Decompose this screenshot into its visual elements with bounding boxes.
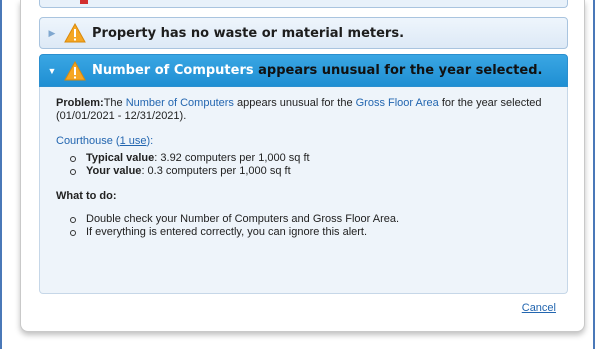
error-marker [80,0,88,4]
todo-list: Double check your Number of Computers an… [56,213,551,239]
use-close: ): [146,135,154,147]
alert-title-highlight: Number of Computers [92,63,254,78]
alert-header-computers[interactable]: ▼ Number of Computers appears unusual fo… [39,54,568,87]
gross-floor-area-link[interactable]: Gross Floor Area [356,97,439,109]
use-count-link[interactable]: 1 use [120,135,147,147]
use-name: Courthouse ( [56,135,120,147]
problem-pre: The [103,97,126,109]
problem-label: Problem: [56,97,104,109]
expand-arrow-icon[interactable]: ▶ [40,28,64,39]
property-use-line: Courthouse (1 use): [56,135,551,148]
problem-mid: appears unusual for the [233,97,356,109]
list-item: Typical value: 3.92 computers per 1,000 … [70,152,551,165]
list-item: Double check your Number of Computers an… [70,213,551,226]
value-text: : 3.92 computers per 1,000 sq ft [154,152,310,164]
value-label: Your value [86,165,142,177]
value-label: Typical value [86,152,155,164]
list-item: Your value: 0.3 computers per 1,000 sq f… [70,165,551,178]
warning-icon [64,23,86,43]
alerts-dialog: ▶ Property has no waste or material mete… [20,0,585,332]
cancel-link[interactable]: Cancel [522,302,556,314]
alert-title: Property has no waste or material meters… [92,25,405,41]
collapse-arrow-icon[interactable]: ▼ [40,66,64,76]
warning-icon [64,60,86,80]
value-text: : 0.3 computers per 1,000 sq ft [141,165,291,177]
alert-title-rest: appears unusual for the year selected. [253,63,543,78]
alert-header-no-meters[interactable]: ▶ Property has no waste or material mete… [39,17,568,49]
problem-text: Problem:The Number of Computers appears … [56,97,551,123]
alert-title: Number of Computers appears unusual for … [92,63,542,78]
alert-detail-body: Problem:The Number of Computers appears … [39,87,568,294]
list-item: If everything is entered correctly, you … [70,226,551,239]
number-of-computers-link[interactable]: Number of Computers [126,97,234,109]
todo-heading: What to do: [56,190,117,202]
previous-alert-panel-edge [39,0,568,8]
values-list: Typical value: 3.92 computers per 1,000 … [56,152,551,178]
